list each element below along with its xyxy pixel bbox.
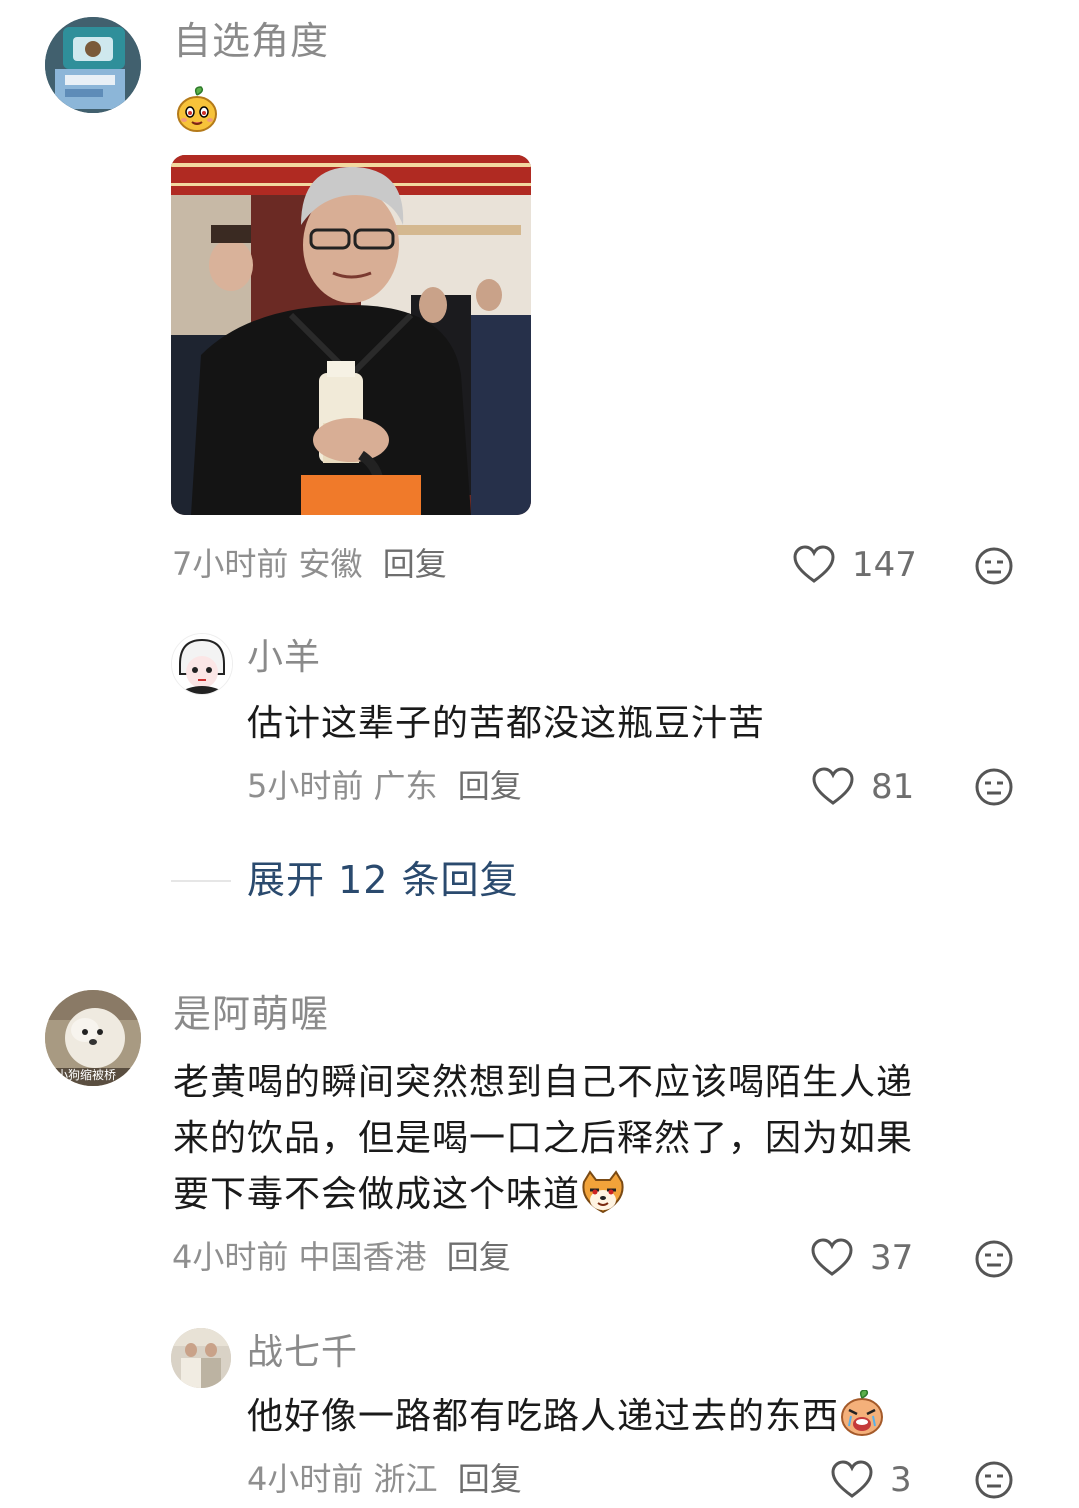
expand-replies-button[interactable]: 展开 12 条回复: [247, 861, 519, 899]
dislike-face-icon[interactable]: [974, 767, 1014, 807]
comment-username[interactable]: 自选角度: [173, 22, 329, 60]
comment-image[interactable]: [171, 155, 531, 515]
reply-location: 浙江: [373, 1460, 438, 1498]
reply-avatar[interactable]: [171, 633, 233, 695]
comment-location: 中国香港: [298, 1238, 427, 1276]
reply-location: 广东: [373, 767, 438, 805]
reply-meta: 4小时前 浙江 回复: [247, 1463, 522, 1495]
reply-text: 估计这辈子的苦都没这瓶豆汁苦: [247, 703, 766, 744]
expand-divider: [171, 880, 231, 882]
reply-button[interactable]: 回复: [458, 767, 522, 805]
reply-time: 4小时前: [247, 1460, 364, 1498]
reply-meta: 5小时前 广东 回复: [247, 770, 522, 802]
comment-text-line: 要下毒不会做成这个味道: [173, 1174, 581, 1215]
crying-mango-sticker-icon: [839, 1389, 885, 1453]
dislike-face-icon[interactable]: [974, 546, 1014, 586]
avatar[interactable]: [45, 17, 141, 113]
comment-text-line-with-emoji: 要下毒不会做成这个味道: [173, 1167, 1053, 1231]
avatar-caption: 小狗缩被桥: [56, 1068, 117, 1082]
heart-icon[interactable]: [810, 1238, 854, 1278]
mango-face-sticker-icon: [175, 86, 219, 132]
comment-meta: 4小时前 中国香港 回复: [172, 1241, 511, 1273]
like-count: 81: [871, 767, 915, 807]
dislike-face-icon[interactable]: [974, 1239, 1014, 1279]
dislike-face-icon[interactable]: [974, 1460, 1014, 1500]
like-count: 147: [852, 545, 917, 585]
reply-button[interactable]: 回复: [383, 545, 447, 583]
heart-icon[interactable]: [811, 767, 855, 807]
reply-text-line-with-emoji: 他好像一路都有吃路人递过去的东西: [247, 1389, 885, 1453]
comment-location: 安徽: [298, 545, 363, 583]
reply-avatar[interactable]: [171, 1328, 231, 1388]
comment-time: 4小时前: [172, 1238, 289, 1276]
comment-text: 老黄喝的瞬间突然想到自己不应该喝陌生人递 来的饮品，但是喝一口之后释然了，因为如…: [173, 1055, 1053, 1231]
photo-man-holding-bottle-icon: [171, 155, 531, 515]
comment-text-line: 来的饮品，但是喝一口之后释然了，因为如果: [173, 1118, 914, 1159]
heart-icon[interactable]: [792, 545, 836, 585]
comment-text-line: 老黄喝的瞬间突然想到自己不应该喝陌生人递: [173, 1062, 914, 1103]
heart-icon[interactable]: [830, 1460, 874, 1500]
shiba-smirk-sticker-icon: [580, 1170, 626, 1231]
like-count: 37: [870, 1238, 914, 1278]
reply-button[interactable]: 回复: [447, 1238, 511, 1276]
reply-username[interactable]: 战七千: [247, 1335, 358, 1371]
like-count: 3: [890, 1460, 912, 1500]
comment-meta: 7小时前 安徽 回复: [172, 548, 447, 580]
reply-time: 5小时前: [247, 767, 364, 805]
reply-button[interactable]: 回复: [458, 1460, 522, 1498]
reply-text: 他好像一路都有吃路人递过去的东西: [247, 1396, 840, 1437]
comment-username[interactable]: 是阿萌喔: [173, 995, 329, 1033]
reply-username[interactable]: 小羊: [247, 640, 321, 676]
comment-time: 7小时前: [172, 545, 289, 583]
